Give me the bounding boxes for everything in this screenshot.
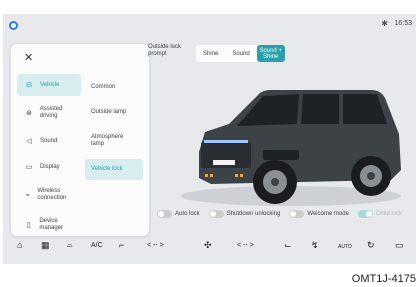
- prompt-option-sound-shine[interactable]: Sound + Shine: [256, 45, 285, 62]
- figure-code: OMT1J-4175: [351, 273, 416, 285]
- clock: 16:53: [394, 20, 412, 27]
- toggle-label: Child lock: [375, 211, 402, 217]
- menu-item-label: Sound: [40, 137, 58, 144]
- toggle-switch[interactable]: [289, 210, 305, 218]
- right-temperature[interactable]: < -- >: [237, 242, 254, 249]
- menu-item-display[interactable]: ▭ Display: [17, 156, 81, 178]
- seat-left-icon[interactable]: ⌐: [119, 240, 124, 250]
- lock-toggles: Auto lock Shutdown unlocking Welcome mod…: [157, 210, 411, 218]
- submenu-item-outside-lamp[interactable]: Outside lamp: [85, 106, 143, 119]
- outside-lock-prompt-selector: Shine Sound Sound + Shine: [196, 45, 285, 62]
- recirculation-icon[interactable]: ↻: [367, 240, 375, 251]
- airflow-icon[interactable]: ↯: [311, 240, 319, 251]
- prompt-option-sound[interactable]: Sound: [225, 45, 256, 62]
- wireless-icon: ⌁: [25, 192, 30, 199]
- toggle-label: Auto lock: [175, 211, 200, 217]
- close-icon[interactable]: ✕: [24, 51, 33, 64]
- submenu-item-common[interactable]: Common: [85, 81, 143, 94]
- steering-wheel-icon: ⊛: [25, 110, 32, 117]
- seat-right-icon[interactable]: ⌙: [284, 240, 292, 251]
- menu-item-label: Display: [40, 163, 60, 170]
- rear-defrost-icon[interactable]: ▭: [395, 240, 404, 251]
- left-temperature[interactable]: < -- >: [147, 242, 164, 249]
- climate-bar: ⌂ ▦ ⌓ A/C ⌐ < -- > ✣ < -- > ⌙ ↯ AUTO ↻ ▭: [3, 230, 416, 264]
- submenu-item-vehicle-lock[interactable]: Vehicle lock: [85, 159, 143, 180]
- menu-item-vehicle[interactable]: ⊟ Vehicle: [17, 74, 81, 96]
- vehicle-submenu: Common Outside lamp Atmosphere lamp Vehi…: [85, 81, 143, 192]
- fan-icon[interactable]: ✣: [204, 240, 212, 251]
- infotainment-screen: ✱ 16:53 ✕ ⊟ Vehicle ⊛ Assisted driving ◁…: [3, 14, 416, 264]
- menu-item-wireless-connection[interactable]: ⌁ Wireless connection: [17, 182, 81, 208]
- settings-panel: ✕ ⊟ Vehicle ⊛ Assisted driving ◁ Sound ▭…: [11, 44, 149, 236]
- home-icon[interactable]: ⌂: [17, 240, 22, 250]
- submenu-item-atmosphere-lamp[interactable]: Atmosphere lamp: [85, 131, 143, 151]
- home-dot-icon[interactable]: [9, 21, 18, 30]
- welcome-mode-toggle[interactable]: Welcome mode: [289, 210, 349, 218]
- speaker-icon: ◁: [26, 138, 32, 145]
- child-lock-toggle[interactable]: Child lock: [357, 210, 402, 218]
- status-bar: ✱ 16:53: [3, 14, 416, 36]
- car-icon: ⊟: [26, 82, 32, 89]
- toggle-switch[interactable]: [208, 210, 224, 218]
- settings-menu: ⊟ Vehicle ⊛ Assisted driving ◁ Sound ▭ D…: [17, 74, 81, 242]
- toggle-label: Shutdown unlocking: [226, 211, 281, 217]
- auto-lock-toggle[interactable]: Auto lock: [157, 210, 200, 218]
- auto-climate-button[interactable]: AUTO: [338, 244, 352, 250]
- apps-grid-icon[interactable]: ▦: [41, 240, 50, 251]
- display-icon: ▭: [25, 164, 33, 171]
- outside-lock-prompt-label: Outside lock prompt: [148, 44, 182, 57]
- shutdown-unlocking-toggle[interactable]: Shutdown unlocking: [208, 210, 281, 218]
- toggle-switch[interactable]: [357, 210, 373, 218]
- toggle-switch[interactable]: [157, 210, 172, 218]
- menu-item-label: Wireless connection: [37, 188, 67, 201]
- menu-item-assisted-driving[interactable]: ⊛ Assisted driving: [17, 100, 81, 126]
- prompt-option-shine[interactable]: Shine: [196, 45, 225, 62]
- phone-icon: ▯: [26, 222, 31, 229]
- menu-item-label: Vehicle: [40, 81, 60, 88]
- vehicle-image: [181, 90, 401, 206]
- bluetooth-icon: ✱: [381, 19, 388, 28]
- windshield-defrost-icon[interactable]: ⌓: [67, 242, 73, 250]
- menu-item-label: Assisted driving: [39, 106, 63, 119]
- ac-button[interactable]: A/C: [91, 242, 103, 249]
- menu-item-sound[interactable]: ◁ Sound: [17, 130, 81, 152]
- toggle-label: Welcome mode: [307, 211, 349, 217]
